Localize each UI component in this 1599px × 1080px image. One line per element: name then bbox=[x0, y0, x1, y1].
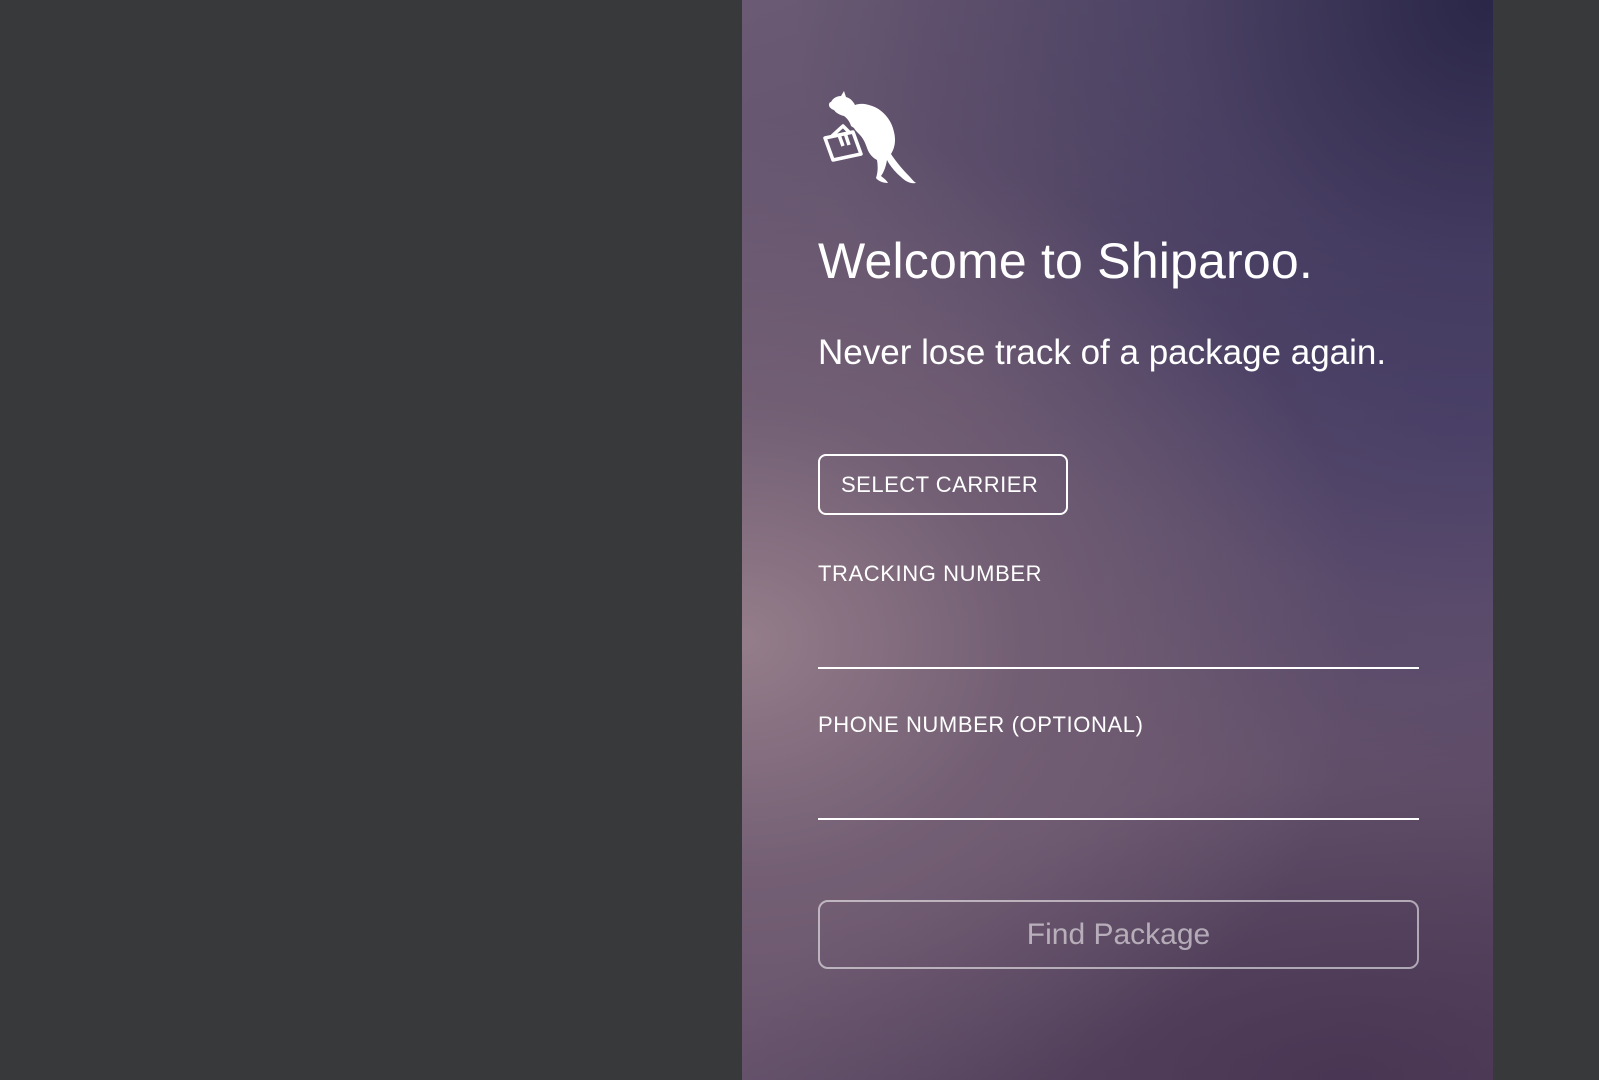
tracking-number-label: TRACKING NUMBER bbox=[818, 561, 1043, 586]
phone-number-input[interactable] bbox=[818, 772, 1419, 820]
find-package-button[interactable]: Find Package bbox=[818, 900, 1419, 969]
select-carrier-button[interactable]: SELECT CARRIER bbox=[818, 454, 1068, 515]
kangaroo-logo-icon bbox=[823, 91, 916, 184]
page-subtitle: Never lose track of a package again. bbox=[818, 333, 1387, 372]
welcome-panel: Welcome to Shiparoo. Never lose track of… bbox=[742, 0, 1493, 1080]
page-title: Welcome to Shiparoo. bbox=[818, 233, 1313, 289]
tracking-number-input[interactable] bbox=[818, 621, 1419, 669]
app-window: Welcome to Shiparoo. Never lose track of… bbox=[0, 0, 1599, 1080]
phone-number-label: PHONE NUMBER (OPTIONAL) bbox=[818, 712, 1144, 737]
